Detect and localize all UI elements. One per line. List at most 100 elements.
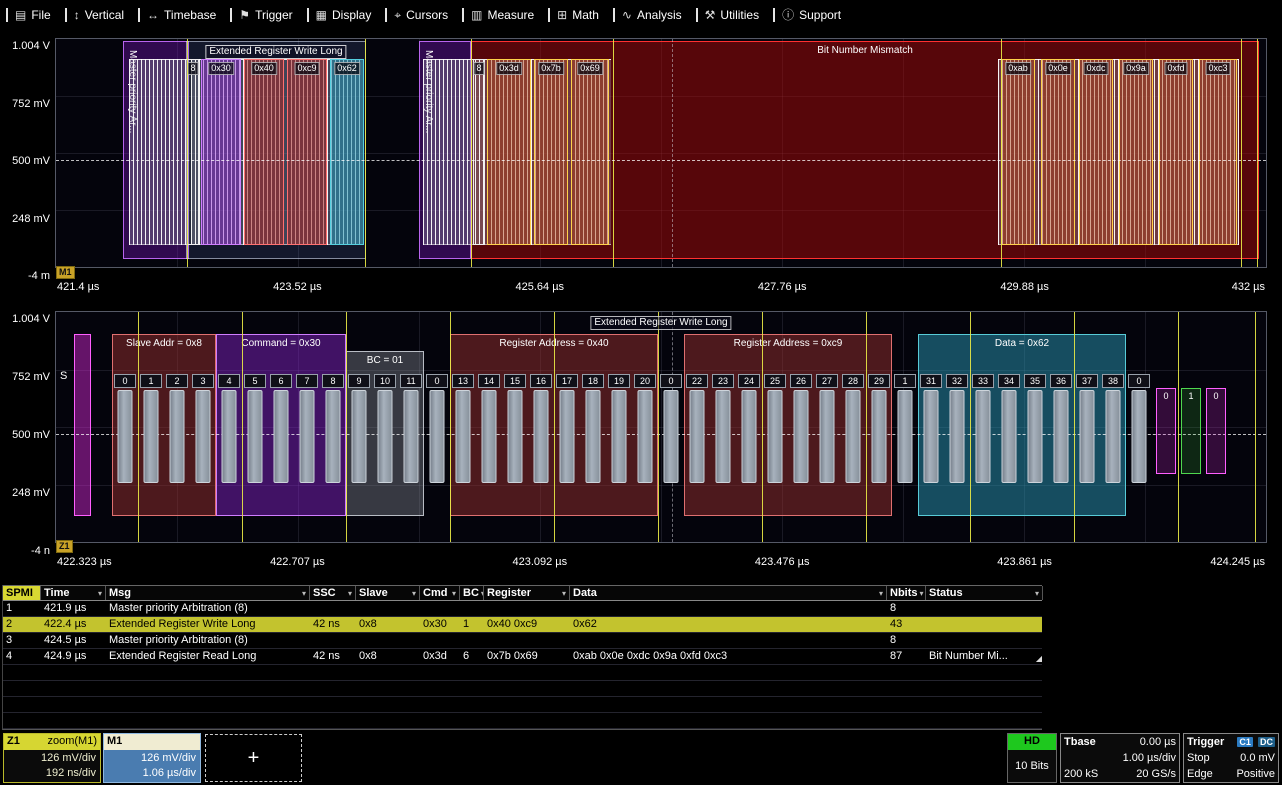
table-row[interactable]: 1421.9 µsMaster priority Arbitration (8)… xyxy=(3,601,1042,617)
sort-dropdown-icon[interactable]: ▾ xyxy=(98,586,102,600)
bit-number: 27 xyxy=(816,374,838,388)
sort-dropdown-icon[interactable]: ▾ xyxy=(452,586,456,600)
column-header-num[interactable]: SPMI xyxy=(3,586,41,600)
trigger-box[interactable]: Trigger C1 DC Stop 0.0 mV Edge Positive xyxy=(1183,733,1279,783)
column-header-label: SPMI xyxy=(6,586,33,600)
bit-number: 11 xyxy=(400,374,422,388)
column-header-ssc[interactable]: SSC▾ xyxy=(310,586,356,600)
menu-item-label: Support xyxy=(799,8,841,22)
bit-number: 31 xyxy=(920,374,942,388)
frame-boundary-line xyxy=(1257,39,1258,267)
sort-dropdown-icon[interactable]: ▾ xyxy=(879,586,883,600)
bit-number: 32 xyxy=(946,374,968,388)
zoom-grid-x-tick-label: 424.245 µs xyxy=(1210,556,1265,568)
bit-pulse xyxy=(664,390,679,483)
menu-item-vertical[interactable]: ↕Vertical xyxy=(65,4,134,26)
timebase-icon: ↔ xyxy=(147,9,159,21)
bit-number: 8 xyxy=(322,374,344,388)
bit-pulse xyxy=(586,390,601,483)
menu-item-cursors[interactable]: ⌖Cursors xyxy=(385,4,458,26)
cell-nbits: 8 xyxy=(887,633,926,648)
menu-item-timebase[interactable]: ↔ Timebase xyxy=(138,4,226,26)
decode-field: 0xc3 xyxy=(1199,59,1237,245)
menu-item-label: Measure xyxy=(487,8,534,22)
table-row[interactable]: 2422.4 µsExtended Register Write Long42 … xyxy=(3,617,1042,633)
top-grid-y-tick-label: 1.004 V xyxy=(0,40,50,52)
column-header-status[interactable]: Status▾ xyxy=(926,586,1043,600)
bit-pulse xyxy=(1106,390,1121,483)
bit-pulse xyxy=(690,390,705,483)
m1-grid-badge[interactable]: M1 xyxy=(56,266,75,279)
bit-pulse xyxy=(300,390,315,483)
bit-pulse xyxy=(508,390,523,483)
menu-item-utilities[interactable]: ⚒Utilities xyxy=(696,4,769,26)
menu-item-display[interactable]: ▦Display xyxy=(307,4,382,26)
bit-number: 38 xyxy=(1102,374,1124,388)
zoom-waveform-grid[interactable]: Slave Addr = 0x8Command = 0x30BC = 01Reg… xyxy=(55,311,1267,543)
hd-badge: HD xyxy=(1008,734,1056,750)
decode-field: 0x40 xyxy=(244,59,284,245)
column-header-bc[interactable]: BC▾ xyxy=(460,586,484,600)
bit-pulse xyxy=(638,390,653,483)
column-header-cmd[interactable]: Cmd▾ xyxy=(420,586,460,600)
sort-dropdown-icon[interactable]: ▾ xyxy=(562,586,566,600)
m1-horizontal-scale: 1.06 µs/div xyxy=(108,766,196,781)
decode-field-label: 0x69 xyxy=(577,62,603,75)
bit-number: 2 xyxy=(166,374,188,388)
column-header-nbits[interactable]: Nbits▾ xyxy=(887,586,926,600)
hd-mode-box[interactable]: HD 10 Bits xyxy=(1007,733,1057,783)
menu-item-math[interactable]: ⊞Math xyxy=(548,4,609,26)
sort-dropdown-icon[interactable]: ▾ xyxy=(1035,586,1039,600)
main-waveform-grid[interactable]: Master priority Ar...Extended Register W… xyxy=(55,38,1267,268)
decode-field-label: 0x0e xyxy=(1045,62,1071,75)
trigger-badges: C1 DC xyxy=(1235,734,1275,750)
cell-msg: Master priority Arbitration (8) xyxy=(106,633,310,648)
sort-dropdown-icon[interactable]: ▾ xyxy=(920,586,924,600)
sort-dropdown-icon[interactable]: ▾ xyxy=(348,586,352,600)
decode-field-label: 0x7b xyxy=(538,62,564,75)
menu-item-measure[interactable]: ▥ Measure xyxy=(462,4,544,26)
sample-marker-line xyxy=(1255,312,1256,542)
bit-pulse xyxy=(612,390,627,483)
table-row[interactable]: 3424.5 µsMaster priority Arbitration (8)… xyxy=(3,633,1042,649)
bit-number: 0 xyxy=(660,374,682,388)
m1-trace-descriptor[interactable]: M1 126 mV/div 1.06 µs/div xyxy=(103,733,201,783)
menu-item-file[interactable]: ▤File xyxy=(6,4,61,26)
measure-icon: ▥ xyxy=(471,9,482,21)
top-grid-x-tick-label: 421.4 µs xyxy=(57,281,99,293)
decode-field: 0xfd xyxy=(1159,59,1193,245)
add-trace-button[interactable]: + xyxy=(205,734,302,782)
zoom-grid-x-tick-label: 422.707 µs xyxy=(270,556,325,568)
column-header-time[interactable]: Time▾ xyxy=(41,586,106,600)
decode-table: SPMI Time▾Msg▾SSC▾Slave▾Cmd▾BC▾Register▾D… xyxy=(2,585,1042,730)
sort-dropdown-icon[interactable]: ▾ xyxy=(302,586,306,600)
menu-item-label: Timebase xyxy=(164,8,216,22)
timebase-box[interactable]: Tbase 0.00 µs 1.00 µs/div 200 kS 20 GS/s xyxy=(1060,733,1180,783)
z1-trace-descriptor[interactable]: Z1 zoom(M1) 126 mV/div 192 ns/div xyxy=(3,733,101,783)
menu-item-label: Vertical xyxy=(85,8,124,22)
cell-status xyxy=(926,601,1043,616)
column-header-data[interactable]: Data ▾ xyxy=(570,586,887,600)
menu-separator xyxy=(307,8,309,22)
column-header-msg[interactable]: Msg▾ xyxy=(106,586,310,600)
column-header-register[interactable]: Register▾ xyxy=(484,586,570,600)
z1-horizontal-scale: 192 ns/div xyxy=(8,766,96,781)
zoom-frame-title: Extended Register Write Long xyxy=(590,316,731,330)
sort-dropdown-icon[interactable]: ▾ xyxy=(412,586,416,600)
menu-item-analysis[interactable]: ∿Analysis xyxy=(613,4,692,26)
menu-item-trigger[interactable]: ⚑Trigger xyxy=(230,4,302,26)
table-row[interactable]: 4424.9 µsExtended Register Read Long42 n… xyxy=(3,649,1042,665)
expand-corner-icon[interactable]: ◢ xyxy=(1036,655,1042,663)
zoom-grid-y-tick-label: 500 mV xyxy=(0,429,50,441)
column-header-label: Data xyxy=(573,586,597,600)
top-grid-y-tick-label: 500 mV xyxy=(0,155,50,167)
table-header-row: SPMI Time▾Msg▾SSC▾Slave▾Cmd▾BC▾Register▾D… xyxy=(3,585,1042,601)
bit-pulse xyxy=(768,390,783,483)
menu-separator xyxy=(613,8,615,22)
sample-marker-line xyxy=(970,312,971,542)
bit-pulse xyxy=(794,390,809,483)
z1-grid-badge[interactable]: Z1 xyxy=(56,540,73,553)
column-header-slave[interactable]: Slave▾ xyxy=(356,586,420,600)
trigger-source-badge: C1 xyxy=(1237,737,1253,747)
menu-item-support[interactable]: ⓘSupport xyxy=(773,4,851,26)
